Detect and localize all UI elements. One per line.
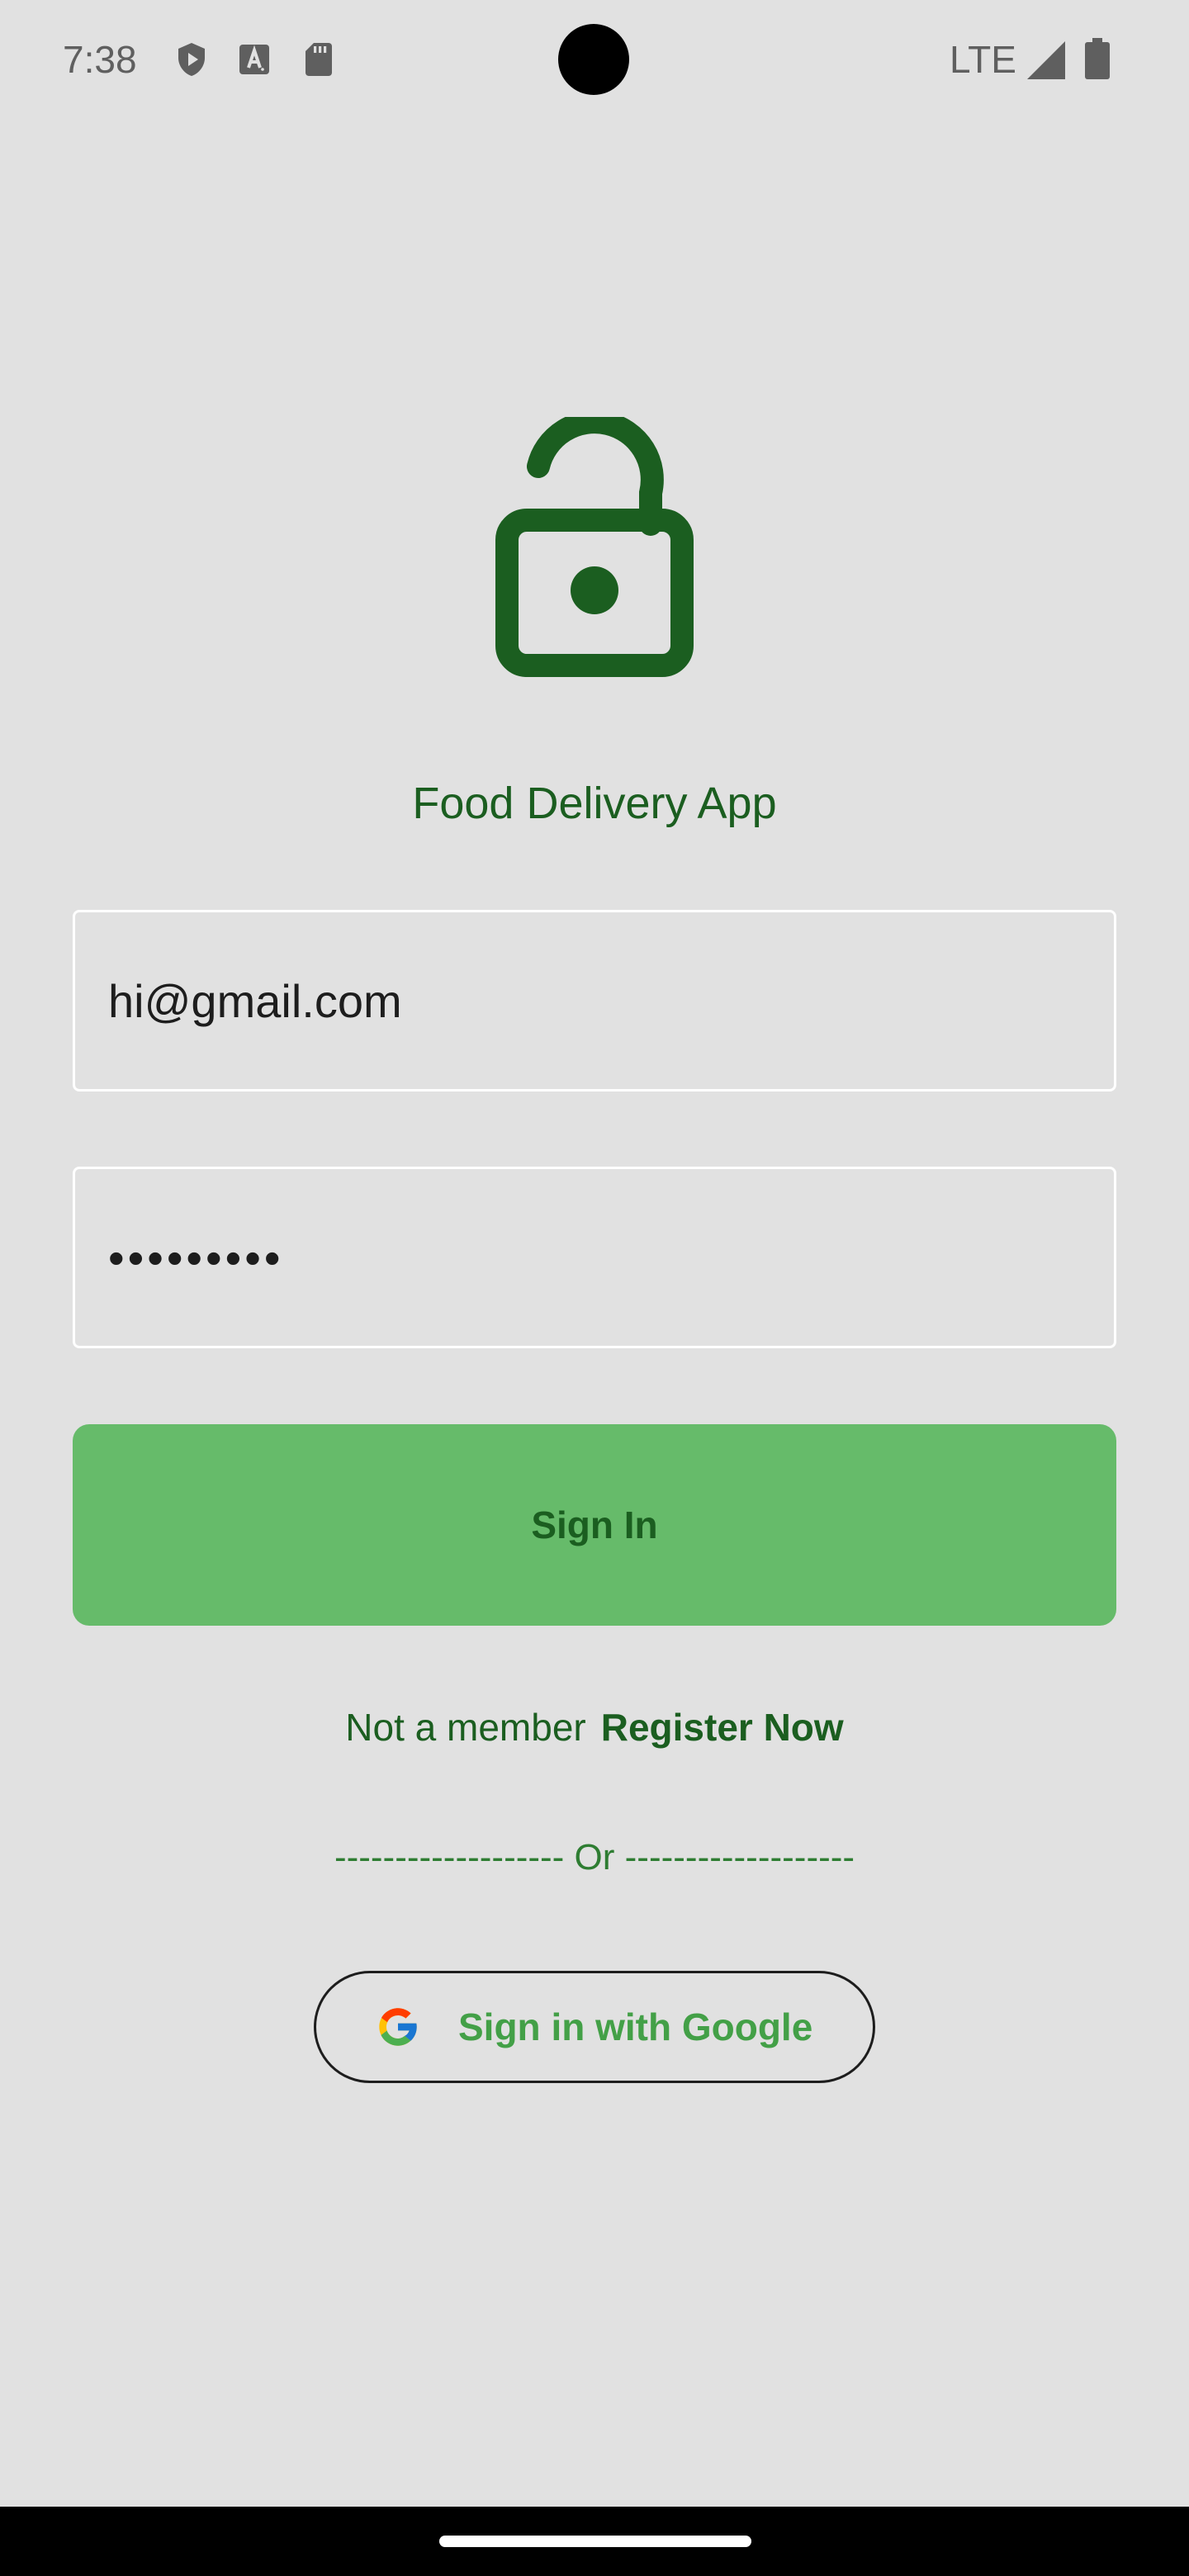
app-title: Food Delivery App (412, 779, 777, 828)
font-a-icon (239, 45, 269, 74)
signal-icon (1027, 41, 1065, 79)
password-input[interactable] (73, 1167, 1116, 1348)
register-row: Not a member Register Now (0, 1702, 1189, 1752)
network-type: LTE (950, 38, 1016, 81)
google-sign-in-button[interactable]: Sign in with Google (314, 1971, 875, 2083)
shield-play-icon (178, 43, 205, 76)
status-bar: 7:38 LTE (0, 0, 1189, 116)
google-icon (379, 2008, 418, 2046)
google-sign-in-label: Sign in with Google (458, 2005, 813, 2048)
camera-cutout (558, 24, 629, 95)
lock-open-icon (495, 417, 694, 677)
or-divider: ------------------- Or -----------------… (334, 1837, 855, 1878)
sd-card-icon (306, 43, 332, 76)
register-now-link[interactable]: Register Now (601, 1702, 844, 1752)
sign-in-button[interactable]: Sign In (73, 1424, 1116, 1626)
email-input[interactable] (73, 910, 1116, 1091)
not-member-text: Not a member (345, 1706, 586, 1749)
status-time: 7:38 (63, 38, 137, 81)
home-indicator[interactable] (439, 2536, 751, 2547)
battery-icon (1085, 38, 1110, 79)
sign-in-label: Sign In (531, 1503, 658, 1546)
